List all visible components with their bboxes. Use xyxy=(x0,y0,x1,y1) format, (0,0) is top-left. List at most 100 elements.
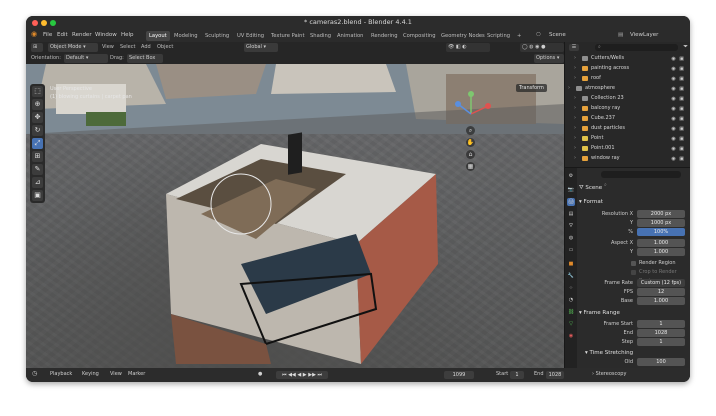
menu-edit[interactable]: Edit xyxy=(57,32,68,38)
visibility-toggles[interactable]: 👁 ◧ ◐ xyxy=(446,43,490,52)
visibility-toggle-icon[interactable]: ◉ ▣ xyxy=(671,65,685,74)
menu-select[interactable]: Select xyxy=(120,43,135,52)
tab-shading[interactable]: Shading xyxy=(307,31,334,41)
tab-texture-paint[interactable]: Texture Paint xyxy=(268,31,307,41)
view-menu[interactable]: View xyxy=(110,371,122,377)
menu-window[interactable]: Window xyxy=(95,32,117,38)
visibility-toggle-icon[interactable]: ◉ ▣ xyxy=(671,145,685,154)
outliner-search-input[interactable]: ⌕ xyxy=(595,44,678,51)
visibility-toggle-icon[interactable]: ◉ ▣ xyxy=(671,85,685,94)
expand-chevron-icon[interactable]: › xyxy=(574,154,576,163)
collection-tab-icon[interactable]: ▭ xyxy=(567,246,575,254)
cursor-tool-icon[interactable]: ⊕ xyxy=(32,99,43,110)
frame-start-field[interactable]: 1 xyxy=(637,320,685,328)
fps-field[interactable]: 12 xyxy=(637,288,685,296)
crop-region-checkbox[interactable] xyxy=(631,270,636,275)
render-region-row[interactable]: Render Region xyxy=(579,259,689,268)
expand-chevron-icon[interactable]: › xyxy=(574,134,576,143)
data-tab-icon[interactable]: ▽ xyxy=(567,320,575,328)
material-tab-icon[interactable]: ◉ xyxy=(567,332,575,340)
outliner-row[interactable]: › Cube.237 ◉ ▣ xyxy=(565,114,690,123)
visibility-toggle-icon[interactable]: ◉ ▣ xyxy=(671,155,685,164)
menu-object[interactable]: Object xyxy=(157,43,173,52)
frame-range-section-header[interactable]: ▾ Frame Range xyxy=(579,309,689,318)
start-frame-field[interactable]: 1 xyxy=(510,371,524,379)
time-stretching-section-header[interactable]: ▾ Time Stretching xyxy=(585,349,690,358)
drag-dropdown[interactable]: Select Box xyxy=(127,54,163,63)
outliner-editor-type-icon[interactable]: ☰ xyxy=(569,44,579,51)
outliner-row[interactable]: › window ray ◉ ▣ xyxy=(565,154,690,163)
view-layer-tab-icon[interactable]: ▤ xyxy=(567,210,575,218)
menu-help[interactable]: Help xyxy=(121,32,134,38)
rotate-tool-icon[interactable]: ↻ xyxy=(32,125,43,136)
transform-orientation-dropdown[interactable]: Global ▾ xyxy=(244,43,278,52)
tab-modeling[interactable]: Modeling xyxy=(171,31,201,41)
aspect-y-field[interactable]: 1.000 xyxy=(637,248,685,256)
frame-step-field[interactable]: 1 xyxy=(637,338,685,346)
visibility-toggle-icon[interactable]: ◉ ▣ xyxy=(671,95,685,104)
outliner-row[interactable]: › dust particles ◉ ▣ xyxy=(565,124,690,133)
world-tab-icon[interactable]: ◍ xyxy=(567,234,575,242)
tab-animation[interactable]: Animation xyxy=(334,31,366,41)
camera-view-icon[interactable]: ⌂ xyxy=(466,150,475,159)
render-tab-icon[interactable]: 📷 xyxy=(567,186,575,194)
outliner-row[interactable]: › Point ◉ ▣ xyxy=(565,134,690,143)
tab-layout[interactable]: Layout xyxy=(146,31,170,41)
expand-chevron-icon[interactable]: › xyxy=(574,144,576,153)
tab-compositing[interactable]: Compositing xyxy=(400,31,439,41)
playback-controls[interactable]: ⏮ ◀◀ ◀ ▶ ▶▶ ⏭ xyxy=(276,371,328,379)
outliner-row[interactable]: › painting across ◉ ▣ xyxy=(565,64,690,73)
resolution-x-field[interactable]: 2000 px xyxy=(637,210,685,218)
visibility-toggle-icon[interactable]: ◉ ▣ xyxy=(671,105,685,114)
transform-panel-tab[interactable]: Transform xyxy=(516,84,547,92)
expand-chevron-icon[interactable]: › xyxy=(574,114,576,123)
menu-view[interactable]: View xyxy=(102,43,114,52)
measure-tool-icon[interactable]: ⊿ xyxy=(32,177,43,188)
outliner-row[interactable]: › roof ◉ ▣ xyxy=(565,74,690,83)
properties-search-input[interactable]: ⌕ xyxy=(601,171,681,188)
move-tool-icon[interactable]: ✥ xyxy=(32,112,43,123)
aspect-x-field[interactable]: 1.000 xyxy=(637,239,685,247)
outliner-row[interactable]: › Cutters/Wells ◉ ▣ xyxy=(565,54,690,63)
resolution-y-field[interactable]: 1000 px xyxy=(637,219,685,227)
visibility-toggle-icon[interactable]: ◉ ▣ xyxy=(671,55,685,64)
perspective-toggle-icon[interactable]: ▦ xyxy=(466,162,475,171)
frame-end-field[interactable]: 1028 xyxy=(637,329,685,337)
expand-chevron-icon[interactable]: › xyxy=(574,64,576,73)
3d-viewport[interactable]: User Perspective (1) blowing curtains | … xyxy=(26,64,564,368)
tab-sculpting[interactable]: Sculpting xyxy=(202,31,232,41)
timeline-editor-icon[interactable]: ◷ xyxy=(32,370,37,377)
playback-menu[interactable]: Playback xyxy=(50,371,72,377)
orientation-dropdown[interactable]: Default ▾ xyxy=(64,54,108,63)
menu-render[interactable]: Render xyxy=(72,32,92,38)
outliner-row[interactable]: › Point.001 ◉ ▣ xyxy=(565,144,690,153)
current-frame-field[interactable]: 1099 xyxy=(444,371,474,379)
visibility-toggle-icon[interactable]: ◉ ▣ xyxy=(671,75,685,84)
constraints-tab-icon[interactable]: ⛓ xyxy=(567,308,575,316)
frame-rate-dropdown[interactable]: Custom (12 fps) xyxy=(637,279,685,287)
add-workspace-button[interactable]: + xyxy=(514,31,524,41)
expand-chevron-icon[interactable]: › xyxy=(568,84,570,93)
outliner-row[interactable]: › atmosphere ◉ ▣ xyxy=(565,84,690,93)
expand-chevron-icon[interactable]: › xyxy=(574,124,576,133)
physics-tab-icon[interactable]: ◔ xyxy=(567,296,575,304)
options-dropdown[interactable]: Options ▾ xyxy=(534,54,564,63)
menu-add[interactable]: Add xyxy=(141,43,151,52)
format-section-header[interactable]: ▾ Format xyxy=(579,198,689,207)
select-box-tool-icon[interactable]: ⬚ xyxy=(32,86,43,97)
visibility-toggle-icon[interactable]: ◉ ▣ xyxy=(671,125,685,134)
object-mode-dropdown[interactable]: Object Mode ▾ xyxy=(48,43,98,52)
base-field[interactable]: 1.000 xyxy=(637,297,685,305)
keying-menu[interactable]: Keying xyxy=(82,371,99,377)
modifier-tab-icon[interactable]: 🔧 xyxy=(567,272,575,280)
resolution-pct-field[interactable]: 100% xyxy=(637,228,685,236)
expand-chevron-icon[interactable]: › xyxy=(574,104,576,113)
tool-tab-icon[interactable]: ⚙ xyxy=(567,172,575,180)
visibility-toggle-icon[interactable]: ◉ ▣ xyxy=(671,135,685,144)
outliner-row[interactable]: › Collection 23 ◉ ▣ xyxy=(565,94,690,103)
menu-file[interactable]: File xyxy=(43,32,52,38)
tab-uv-editing[interactable]: UV Editing xyxy=(234,31,267,41)
expand-chevron-icon[interactable]: › xyxy=(574,94,576,103)
scene-selector[interactable]: Scene xyxy=(549,32,566,38)
output-tab-icon[interactable]: 🖨 xyxy=(567,198,575,206)
